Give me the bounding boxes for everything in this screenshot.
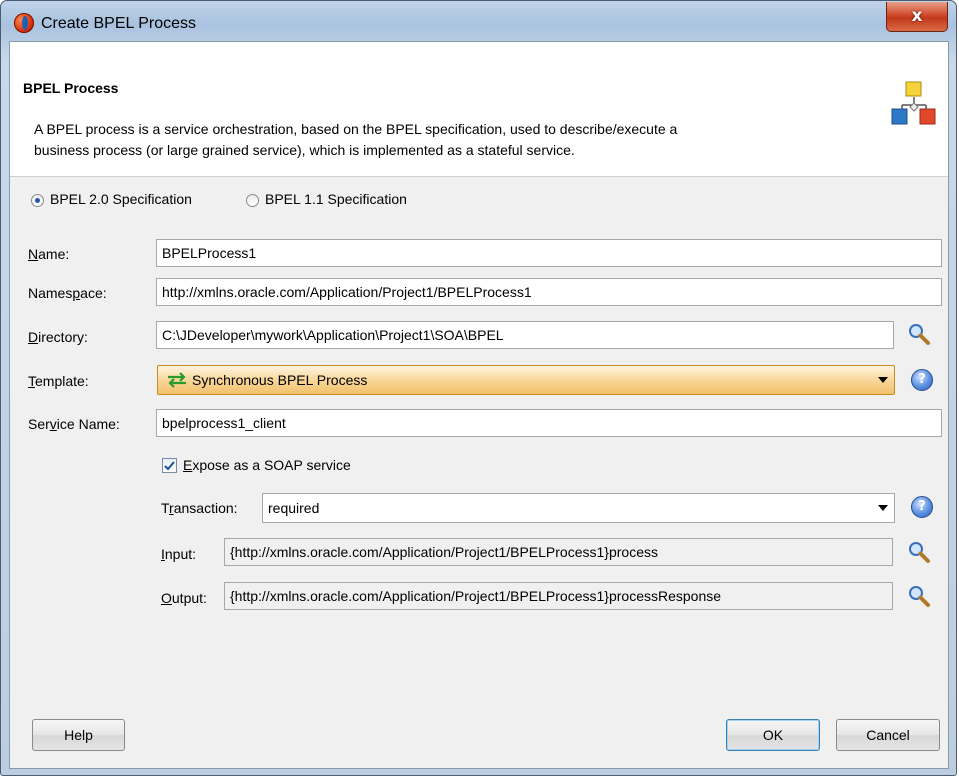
help-icon[interactable]: ? (911, 496, 933, 518)
synchronous-arrows-icon (168, 372, 186, 388)
transaction-label: Transaction: (161, 500, 238, 516)
bpel-20-radio[interactable] (31, 194, 44, 207)
checkmark-icon (164, 461, 175, 471)
bpel-11-radio[interactable] (246, 194, 259, 207)
header-title: BPEL Process (23, 80, 119, 96)
title-bar[interactable]: Create BPEL Process x (1, 1, 956, 35)
input-label: Input: (161, 546, 197, 562)
transaction-value: required (268, 500, 320, 516)
help-button[interactable]: Help (32, 719, 125, 751)
header-description-line: business process (or large grained servi… (34, 142, 575, 158)
chevron-down-icon (878, 377, 888, 383)
namespace-input[interactable]: http://xmlns.oracle.com/Application/Proj… (156, 278, 942, 306)
header-description-line: A BPEL process is a service orchestratio… (34, 121, 678, 137)
service-name-label: Service Name: (28, 416, 120, 432)
output-label: Output: (161, 590, 207, 606)
magnifier-icon[interactable] (907, 322, 931, 346)
header-panel: BPEL Process A BPEL process is a service… (10, 42, 948, 177)
input-message-field[interactable]: {http://xmlns.oracle.com/Application/Pro… (224, 538, 893, 566)
template-label: Template: (28, 373, 89, 389)
help-icon[interactable]: ? (911, 369, 933, 391)
transaction-select[interactable]: required (262, 493, 895, 523)
namespace-label: Namespace: (28, 285, 107, 301)
bpel-20-label[interactable]: BPEL 2.0 Specification (50, 191, 192, 207)
close-button[interactable]: x (886, 2, 948, 32)
ok-button[interactable]: OK (726, 719, 820, 751)
service-name-input[interactable]: bpelprocess1_client (156, 409, 942, 437)
template-value: Synchronous BPEL Process (192, 372, 368, 388)
bpel-11-label[interactable]: BPEL 1.1 Specification (265, 191, 407, 207)
chevron-down-icon (878, 505, 888, 511)
cancel-button[interactable]: Cancel (836, 719, 940, 751)
dialog-body: BPEL Process A BPEL process is a service… (9, 41, 949, 769)
dialog-window: Create BPEL Process x BPEL Process A BPE… (0, 0, 957, 776)
directory-label: Directory: (28, 329, 88, 345)
jdeveloper-icon (14, 13, 34, 33)
magnifier-icon[interactable] (907, 540, 931, 564)
bpel-process-icon (891, 81, 936, 125)
expose-soap-checkbox[interactable] (162, 458, 177, 473)
magnifier-icon[interactable] (907, 584, 931, 608)
name-label: Name: (28, 246, 70, 262)
header-description: A BPEL process is a service orchestratio… (34, 119, 874, 161)
output-message-field[interactable]: {http://xmlns.oracle.com/Application/Pro… (224, 582, 893, 610)
name-input[interactable]: BPELProcess1 (156, 239, 942, 267)
expose-soap-label[interactable]: Expose as a SOAP service (183, 457, 351, 473)
template-select[interactable]: Synchronous BPEL Process (157, 365, 895, 395)
directory-input[interactable]: C:\JDeveloper\mywork\Application\Project… (156, 321, 894, 349)
window-title: Create BPEL Process (41, 15, 197, 32)
